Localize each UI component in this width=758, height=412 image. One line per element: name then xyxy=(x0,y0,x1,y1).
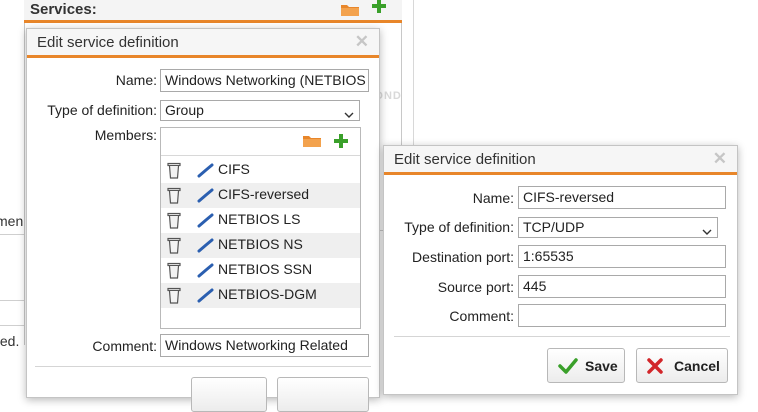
divider xyxy=(0,234,24,235)
member-label: NETBIOS NS xyxy=(218,236,303,252)
link-icon xyxy=(197,263,215,281)
source-port-label: Source port: xyxy=(437,279,514,295)
close-icon xyxy=(647,358,663,377)
trash-icon[interactable] xyxy=(167,187,181,207)
type-select-value: TCP/UDP xyxy=(523,219,585,235)
link-icon xyxy=(197,288,215,306)
services-title: Services: xyxy=(30,1,97,18)
trash-icon[interactable] xyxy=(167,262,181,282)
background-text: men xyxy=(0,213,24,229)
list-item[interactable]: NETBIOS NS xyxy=(161,233,360,258)
checkmark-icon xyxy=(558,358,578,377)
close-icon[interactable]: ✕ xyxy=(355,32,369,52)
name-field[interactable]: Windows Networking (NETBIOS xyxy=(160,69,369,92)
member-label: NETBIOS-DGM xyxy=(218,286,317,302)
divider xyxy=(35,366,371,367)
members-list: CIFS CIFS-reversed NETBIOS LS NETBIOS NS… xyxy=(160,127,361,329)
save-button[interactable]: Save xyxy=(547,348,625,383)
link-icon xyxy=(197,213,215,231)
background-text: ted. xyxy=(0,333,20,349)
member-label: CIFS xyxy=(218,161,250,177)
cancel-button[interactable]: Cancel xyxy=(636,348,728,383)
type-select[interactable]: TCP/UDP xyxy=(518,217,718,238)
divider xyxy=(413,0,414,148)
divider xyxy=(0,300,24,301)
destination-port-field[interactable]: 1:65535 xyxy=(518,245,726,268)
member-label: CIFS-reversed xyxy=(218,186,310,202)
edit-service-dialog-service: Edit service definition ✕ Name: CIFS-rev… xyxy=(383,145,738,395)
plus-icon[interactable] xyxy=(333,133,349,152)
dialog-title: Edit service definition xyxy=(37,34,179,51)
source-port-field[interactable]: 445 xyxy=(518,275,726,298)
close-icon[interactable]: ✕ xyxy=(713,149,727,169)
dialog-header: Edit service definition ✕ xyxy=(27,29,379,58)
list-item[interactable]: CIFS xyxy=(161,158,360,183)
member-label: NETBIOS SSN xyxy=(218,261,313,277)
comment-field[interactable]: Windows Networking Related xyxy=(160,334,369,357)
type-label: Type of definition: xyxy=(47,102,157,118)
members-toolbar xyxy=(161,128,360,156)
destination-port-label: Destination port: xyxy=(412,249,514,265)
chevron-down-icon xyxy=(344,106,354,120)
cancel-label: Cancel xyxy=(674,358,720,374)
comment-label: Comment: xyxy=(449,308,514,324)
save-label: Save xyxy=(585,358,618,374)
comment-field[interactable] xyxy=(518,304,726,327)
comment-label: Comment: xyxy=(92,338,157,354)
list-item[interactable]: NETBIOS SSN xyxy=(161,258,360,283)
dialog-header: Edit service definition ✕ xyxy=(384,146,737,175)
trash-icon[interactable] xyxy=(167,237,181,257)
name-label: Name: xyxy=(115,72,157,88)
trash-icon[interactable] xyxy=(167,212,181,232)
save-button[interactable] xyxy=(191,377,267,412)
divider xyxy=(394,336,730,337)
list-item[interactable]: NETBIOS LS xyxy=(161,208,360,233)
name-label: Name: xyxy=(472,190,514,206)
link-icon xyxy=(197,188,215,206)
link-icon xyxy=(197,238,215,256)
dialog-title: Edit service definition xyxy=(394,151,536,168)
type-select-value: Group xyxy=(165,102,204,118)
edit-service-dialog-group: Edit service definition ✕ Name: Windows … xyxy=(26,28,380,412)
cancel-button[interactable] xyxy=(277,377,369,412)
name-field[interactable]: CIFS-reversed xyxy=(518,186,726,209)
list-item[interactable]: NETBIOS-DGM xyxy=(161,283,360,308)
chevron-down-icon xyxy=(702,223,712,237)
member-label: NETBIOS LS xyxy=(218,211,301,227)
folder-icon[interactable] xyxy=(302,134,322,151)
type-label: Type of definition: xyxy=(404,219,514,235)
plus-icon[interactable] xyxy=(371,0,387,17)
list-item[interactable]: CIFS-reversed xyxy=(161,183,360,208)
link-icon xyxy=(197,163,215,181)
folder-icon[interactable] xyxy=(340,3,360,20)
type-select[interactable]: Group xyxy=(160,100,360,121)
divider xyxy=(0,325,24,326)
members-label: Members: xyxy=(94,127,157,143)
trash-icon[interactable] xyxy=(167,162,181,182)
trash-icon[interactable] xyxy=(167,287,181,307)
